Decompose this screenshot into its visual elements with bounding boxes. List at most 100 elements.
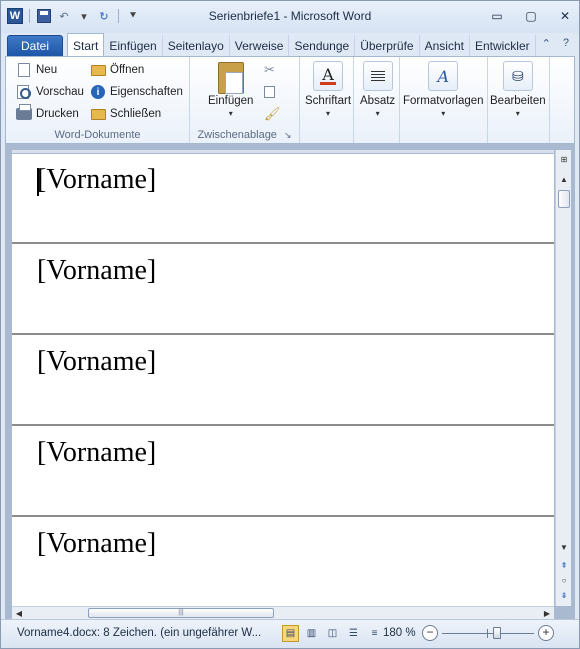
minimize-ribbon-icon[interactable]: ⌃ [542, 37, 551, 50]
font-dropdown-icon: ▾ [326, 109, 331, 118]
vertical-scrollbar[interactable]: ⊞ ▲ ▼ ⇞ ○ ⇟ [555, 150, 571, 606]
scroll-up-button[interactable]: ▲ [556, 172, 572, 186]
paste-dropdown-icon: ▾ [228, 109, 233, 118]
merge-record[interactable]: [Vorname] [12, 427, 554, 517]
zoom-level[interactable]: 180 % [383, 627, 416, 639]
styles-label: Formatvorlagen [403, 95, 484, 107]
tab-entwickler[interactable]: Entwickler [470, 35, 536, 57]
scroll-down-button[interactable]: ▼ [556, 540, 572, 554]
open-label: Öffnen [110, 64, 145, 76]
zoom-out-button[interactable]: − [422, 625, 438, 641]
ruler-strip [12, 150, 554, 153]
paragraph-dropdown-icon: ▾ [375, 109, 380, 118]
minimize-button[interactable]: ▭ [491, 9, 503, 23]
tab-datei[interactable]: Datei [7, 35, 64, 57]
folder-open-icon [90, 62, 106, 78]
editing-label: Bearbeiten [490, 95, 546, 107]
tab-einfuegen[interactable]: Einfügen [104, 35, 163, 57]
group-word-documents: Neu Öffnen Vorschau i Eigenschaften Druc… [6, 57, 190, 143]
styles-dropdown-icon: ▾ [441, 109, 446, 118]
font-button[interactable]: A Schriftart ▾ [305, 61, 351, 118]
close-button[interactable]: ✕ [559, 9, 571, 23]
help-icon[interactable]: ? [563, 37, 569, 50]
zoom-slider-midpoint [487, 629, 488, 638]
open-button[interactable]: Öffnen [90, 61, 144, 79]
cut-icon[interactable]: ✂ [264, 61, 275, 79]
ruler-toggle-icon[interactable]: ⊞ [556, 152, 572, 166]
styles-button[interactable]: A Formatvorlagen ▾ [403, 61, 484, 118]
tab-verweise[interactable]: Verweise [230, 35, 290, 57]
tab-start[interactable]: Start [67, 33, 105, 57]
ribbon-tabs: Datei Start Einfügen Seitenlayo Verweise… [7, 33, 536, 57]
print-layout-view-icon[interactable]: ▤ [282, 625, 299, 642]
scroll-grip: ||| [178, 609, 184, 616]
scroll-right-button[interactable]: ▶ [540, 607, 554, 619]
zoom-slider-thumb[interactable] [493, 627, 502, 639]
clipboard-launcher-icon[interactable]: ↘ [284, 130, 292, 140]
zoom-slider-track[interactable] [442, 633, 534, 634]
group-label-clipboard: Zwischenablage ↘ [190, 129, 299, 141]
merge-record[interactable]: [Vorname] [12, 336, 554, 426]
tab-sendungen[interactable]: Sendunge [289, 35, 356, 57]
font-label: Schriftart [305, 95, 352, 107]
editing-button[interactable]: ⛁ Bearbeiten ▾ [490, 61, 546, 118]
tab-ansicht[interactable]: Ansicht [420, 35, 470, 57]
merge-field-vorname[interactable]: [Vorname] [37, 437, 156, 469]
preview-button[interactable]: Vorschau [16, 83, 84, 101]
tab-ueberpruefen[interactable]: Überprüfe [355, 35, 420, 57]
status-bar: Vorname4.docx: 8 Zeichen. (ein ungefähre… [1, 619, 579, 648]
merge-field-vorname[interactable]: [Vorname] [37, 528, 156, 560]
merge-field-vorname[interactable]: [Vorname] [37, 164, 156, 196]
horizontal-scrollbar[interactable]: ◀ ||| ▶ [12, 606, 554, 619]
title-bar: W ↶ ▾ ↻ ⯆ Serienbriefe1 - Microsoft Word… [1, 1, 579, 33]
previous-page-icon[interactable]: ⇞ [556, 558, 572, 572]
group-editing[interactable]: ⛁ Bearbeiten ▾ [488, 57, 550, 143]
ribbon: Neu Öffnen Vorschau i Eigenschaften Druc… [5, 56, 575, 144]
printer-icon [16, 104, 32, 122]
maximize-button[interactable]: ▢ [525, 9, 537, 23]
window-controls: ▭ ▢ ✕ [491, 9, 571, 23]
group-styles[interactable]: A Formatvorlagen ▾ [400, 57, 488, 143]
copy-icon[interactable] [264, 83, 275, 101]
editing-dropdown-icon: ▾ [515, 109, 520, 118]
merge-record[interactable]: [Vorname] [12, 518, 554, 606]
preview-label: Vorschau [36, 86, 84, 98]
outline-view-icon[interactable]: ☰ [345, 625, 362, 642]
scroll-left-button[interactable]: ◀ [12, 607, 26, 619]
merge-record[interactable]: [Vorname] [12, 154, 554, 244]
merge-record[interactable]: [Vorname] [12, 245, 554, 335]
draft-view-icon[interactable]: ≡ [366, 625, 383, 642]
format-painter-icon[interactable]: 🖌 [264, 105, 281, 123]
browse-object-icon[interactable]: ○ [556, 573, 572, 587]
document-page[interactable]: [Vorname] [Vorname] [Vorname] [Vorname] … [12, 154, 554, 606]
close-document-button[interactable]: Schließen [90, 105, 161, 123]
word-window: W ↶ ▾ ↻ ⯆ Serienbriefe1 - Microsoft Word… [0, 0, 580, 649]
group-paragraph[interactable]: Absatz ▾ [354, 57, 400, 143]
vertical-scroll-thumb[interactable] [558, 190, 570, 208]
web-layout-view-icon[interactable]: ◫ [324, 625, 341, 642]
paste-button[interactable]: Einfügen ▾ [208, 61, 253, 118]
merge-field-vorname[interactable]: [Vorname] [37, 255, 156, 287]
new-button[interactable]: Neu [16, 61, 57, 79]
tab-seitenlayout[interactable]: Seitenlayo [163, 35, 230, 57]
zoom-in-button[interactable]: + [538, 625, 554, 641]
full-screen-reading-view-icon[interactable]: ▥ [303, 625, 320, 642]
status-document-info[interactable]: Vorname4.docx: 8 Zeichen. (ein ungefähre… [17, 627, 261, 639]
next-page-icon[interactable]: ⇟ [556, 588, 572, 602]
folder-close-icon [90, 106, 106, 122]
paragraph-button[interactable]: Absatz ▾ [360, 61, 395, 118]
new-label: Neu [36, 64, 58, 76]
properties-label: Eigenschaften [110, 86, 183, 98]
properties-button[interactable]: i Eigenschaften [90, 83, 183, 101]
clipboard-paste-icon [217, 61, 244, 95]
horizontal-scroll-thumb[interactable]: ||| [88, 608, 274, 618]
ribbon-tabs-right: ⌃ ? [542, 37, 569, 50]
print-button[interactable]: Drucken [16, 104, 79, 123]
group-label-word-documents: Word-Dokumente [54, 129, 141, 141]
merge-field-vorname[interactable]: [Vorname] [37, 346, 156, 378]
info-icon: i [90, 84, 106, 100]
view-buttons: ▤ ▥ ◫ ☰ ≡ [282, 625, 383, 642]
binoculars-icon: ⛁ [502, 61, 533, 91]
preview-icon [16, 84, 32, 100]
group-font[interactable]: A Schriftart ▾ [300, 57, 354, 143]
